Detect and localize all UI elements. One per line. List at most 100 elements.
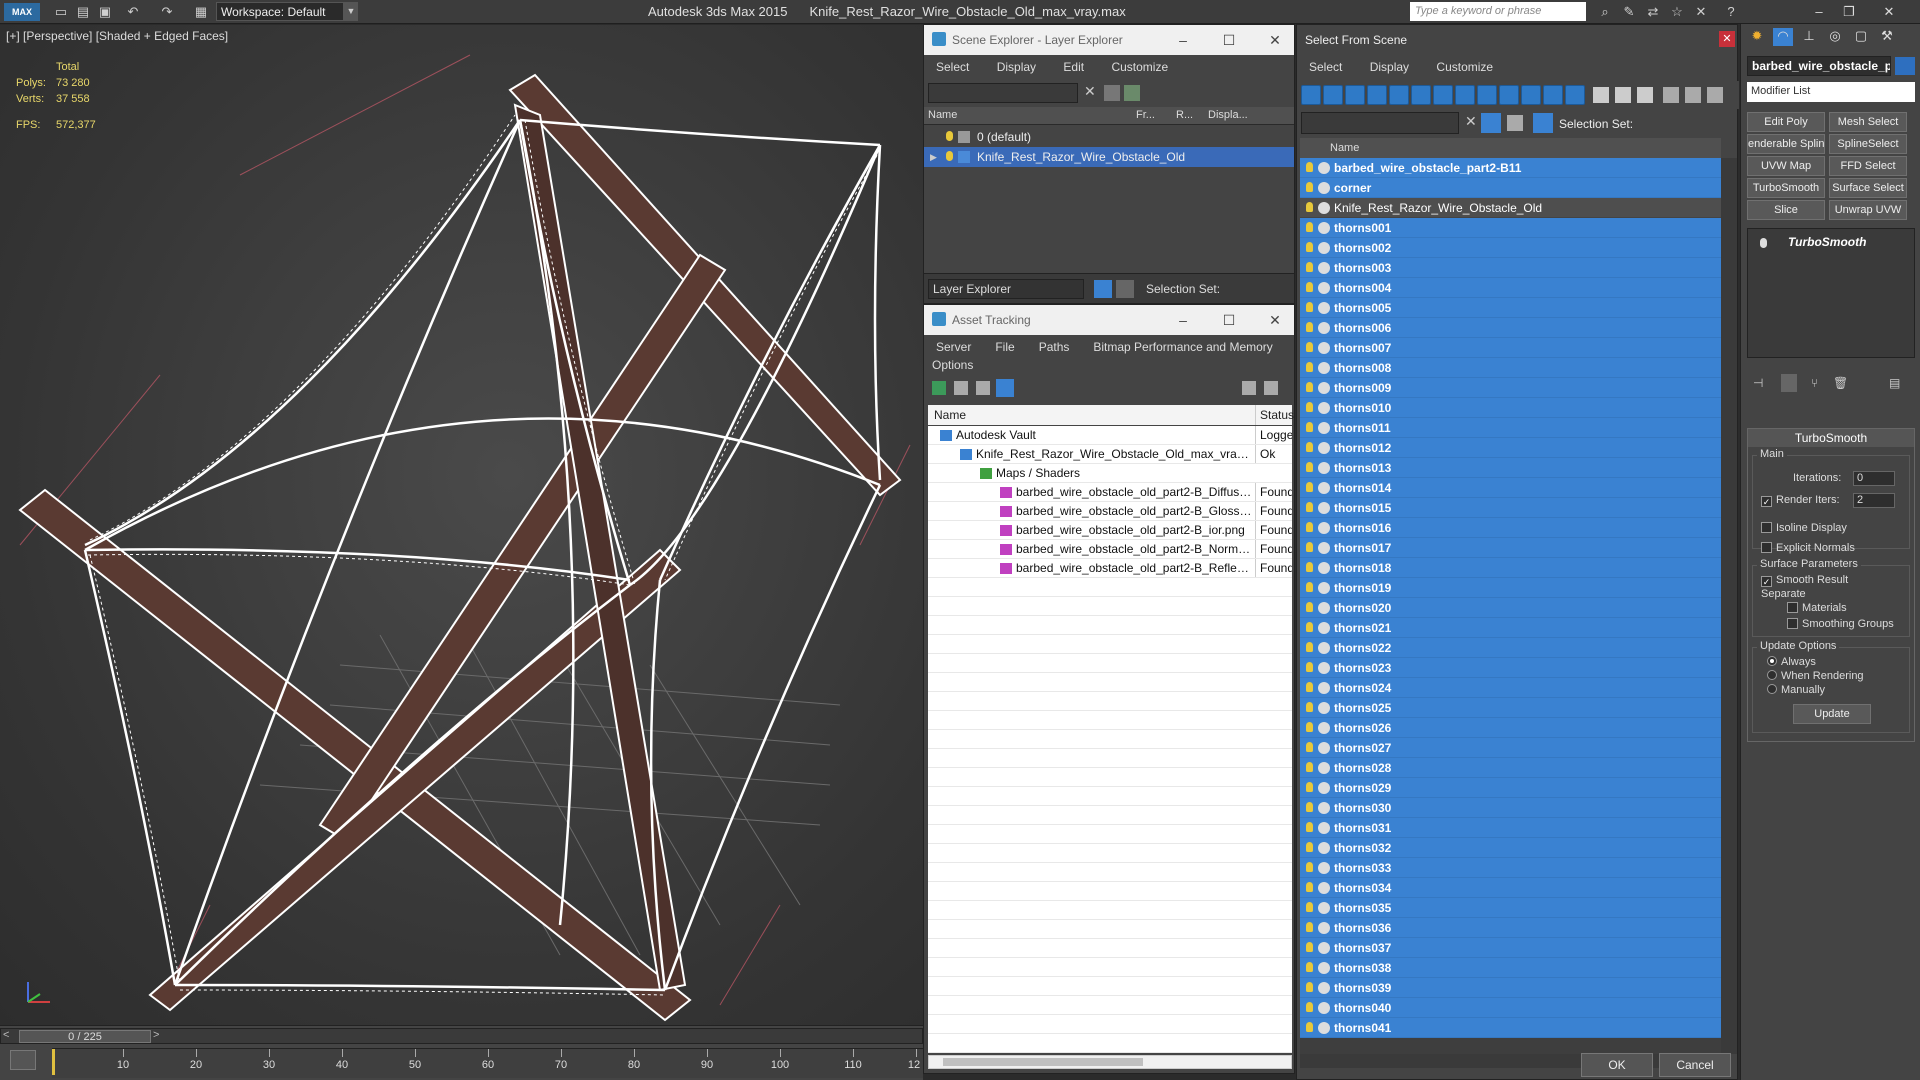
hierarchy-icon[interactable] (1685, 87, 1701, 103)
checkbox-icon[interactable] (1787, 618, 1798, 629)
refresh-icon[interactable] (932, 381, 946, 395)
make-unique-icon[interactable]: ⑂ (1811, 376, 1818, 390)
maximize-icon[interactable]: ☐ (1218, 29, 1240, 51)
light-bulb-icon[interactable] (1306, 762, 1313, 772)
filter-geometry-icon[interactable] (1301, 85, 1321, 105)
scene-search-input[interactable] (928, 83, 1078, 103)
asset-row[interactable]: barbed_wire_obstacle_old_part2-B_ior.png… (928, 521, 1292, 540)
layer-row-selected[interactable]: ▶ Knife_Rest_Razor_Wire_Obstacle_Old (924, 147, 1294, 167)
when-rendering-radio[interactable]: When Rendering (1767, 670, 1864, 682)
select-all-icon[interactable] (1593, 87, 1609, 103)
menu-display[interactable]: Display (997, 60, 1036, 74)
object-color-swatch[interactable] (1895, 57, 1915, 75)
filter-frozen-icon[interactable] (1521, 85, 1541, 105)
light-bulb-icon[interactable] (1306, 342, 1313, 352)
update-button[interactable]: Update (1793, 704, 1871, 724)
object-row[interactable]: thorns034 (1300, 878, 1721, 898)
menu-bitmap-performance[interactable]: Bitmap Performance and Memory (1093, 340, 1272, 354)
light-bulb-icon[interactable] (1306, 482, 1313, 492)
object-row[interactable]: thorns021 (1300, 618, 1721, 638)
detail-view-icon[interactable] (976, 381, 990, 395)
light-bulb-icon[interactable] (946, 131, 953, 141)
radio-icon[interactable] (1767, 684, 1777, 694)
help-icon[interactable]: ? (1722, 3, 1740, 21)
object-row[interactable]: thorns014 (1300, 478, 1721, 498)
object-row[interactable]: thorns030 (1300, 798, 1721, 818)
modify-tab-icon[interactable]: ◠ (1773, 28, 1793, 46)
select-from-scene-titlebar[interactable]: Select From Scene ✕ (1297, 25, 1737, 55)
filter-bones-icon[interactable] (1477, 85, 1497, 105)
menu-customize[interactable]: Customize (1436, 60, 1493, 74)
light-bulb-icon[interactable] (1306, 982, 1313, 992)
checkbox-icon[interactable]: ✓ (1761, 576, 1772, 587)
light-bulb-icon[interactable] (1306, 302, 1313, 312)
asset-row[interactable]: barbed_wire_obstacle_old_part2-B_Glossin… (928, 502, 1292, 521)
object-row[interactable]: thorns033 (1300, 858, 1721, 878)
object-row[interactable]: thorns035 (1300, 898, 1721, 918)
light-bulb-icon[interactable] (1306, 262, 1313, 272)
light-bulb-icon[interactable] (1306, 362, 1313, 372)
expand-arrow-icon[interactable]: ▶ (930, 147, 937, 167)
checkbox-icon[interactable] (1761, 542, 1772, 553)
object-row[interactable]: thorns008 (1300, 358, 1721, 378)
object-row[interactable]: thorns004 (1300, 278, 1721, 298)
hierarchy-toggle-icon[interactable] (1533, 113, 1553, 133)
explorer-type-dropdown[interactable]: Layer Explorer (928, 279, 1084, 299)
menu-options[interactable]: Options (932, 358, 1294, 372)
frame-indicator[interactable]: 0 / 225 (19, 1030, 151, 1043)
menu-server[interactable]: Server (936, 340, 971, 354)
hierarchy-mode-icon[interactable] (1116, 280, 1134, 298)
project-folder-icon[interactable]: ▦ (192, 3, 210, 21)
object-row[interactable]: thorns006 (1300, 318, 1721, 338)
filter-lights-icon[interactable] (1345, 85, 1365, 105)
light-bulb-icon[interactable] (1306, 382, 1313, 392)
pin-stack-icon[interactable]: ⊣ (1753, 376, 1763, 390)
turbosmooth-button[interactable]: TurboSmooth (1747, 178, 1825, 198)
menu-select[interactable]: Select (936, 60, 969, 74)
layer-icon[interactable] (1507, 115, 1523, 131)
smoothing-groups-checkbox[interactable]: Smoothing Groups (1787, 618, 1894, 630)
light-bulb-icon[interactable] (1306, 1022, 1313, 1032)
object-row[interactable]: Knife_Rest_Razor_Wire_Obstacle_Old (1300, 198, 1721, 218)
modifier-list-dropdown[interactable]: Modifier List (1747, 82, 1915, 102)
explicit-normals-checkbox[interactable]: Explicit Normals (1761, 542, 1855, 554)
filter-toggle-icon[interactable] (1481, 113, 1501, 133)
render-iters-spinner[interactable]: 2 (1853, 493, 1895, 508)
clear-icon[interactable]: ✕ (1084, 83, 1096, 100)
filter-all-icon[interactable] (1565, 85, 1585, 105)
filter-containers-icon[interactable] (1499, 85, 1519, 105)
filter-funnel-icon[interactable] (1663, 87, 1679, 103)
object-row[interactable]: barbed_wire_obstacle_part2-B11 (1300, 158, 1721, 178)
asset-hscrollbar[interactable] (928, 1055, 1292, 1069)
renderable-spline-button[interactable]: enderable Splin (1747, 134, 1825, 154)
clear-icon[interactable]: ✕ (1465, 113, 1477, 130)
filter-cameras-icon[interactable] (1367, 85, 1387, 105)
light-bulb-icon[interactable] (1306, 642, 1313, 652)
object-row[interactable]: thorns009 (1300, 378, 1721, 398)
object-name-field[interactable]: barbed_wire_obstacle_p (1747, 56, 1891, 76)
scroll-thumb[interactable] (943, 1058, 1143, 1066)
list-view-icon[interactable] (954, 381, 968, 395)
object-row[interactable]: thorns023 (1300, 658, 1721, 678)
object-row[interactable]: thorns013 (1300, 458, 1721, 478)
render-iters-checkbox[interactable]: ✓ Render Iters: (1761, 494, 1840, 507)
tools-icon[interactable]: ✎ (1620, 3, 1638, 21)
object-list-vscrollbar[interactable] (1721, 158, 1737, 1054)
object-row[interactable]: thorns036 (1300, 918, 1721, 938)
close-icon[interactable]: ✕ (1719, 31, 1735, 47)
asset-tracking-titlebar[interactable]: Asset Tracking – ☐ ✕ (924, 305, 1294, 335)
slice-button[interactable]: Slice (1747, 200, 1825, 220)
search-input[interactable]: Type a keyword or phrase (1410, 2, 1586, 21)
close-icon[interactable]: ✕ (1264, 309, 1286, 331)
object-row[interactable]: thorns032 (1300, 838, 1721, 858)
unwrap-uvw-button[interactable]: Unwrap UVW (1829, 200, 1907, 220)
light-bulb-icon[interactable] (1306, 582, 1313, 592)
close-icon[interactable]: ✕ (1880, 3, 1898, 21)
object-row[interactable]: thorns040 (1300, 998, 1721, 1018)
chevron-down-icon[interactable]: ▼ (344, 2, 358, 21)
minimize-icon[interactable]: – (1172, 309, 1194, 331)
xsign-icon[interactable]: ✕ (1692, 3, 1710, 21)
object-row[interactable]: thorns007 (1300, 338, 1721, 358)
light-bulb-icon[interactable] (1306, 782, 1313, 792)
minimize-icon[interactable]: – (1172, 29, 1194, 51)
